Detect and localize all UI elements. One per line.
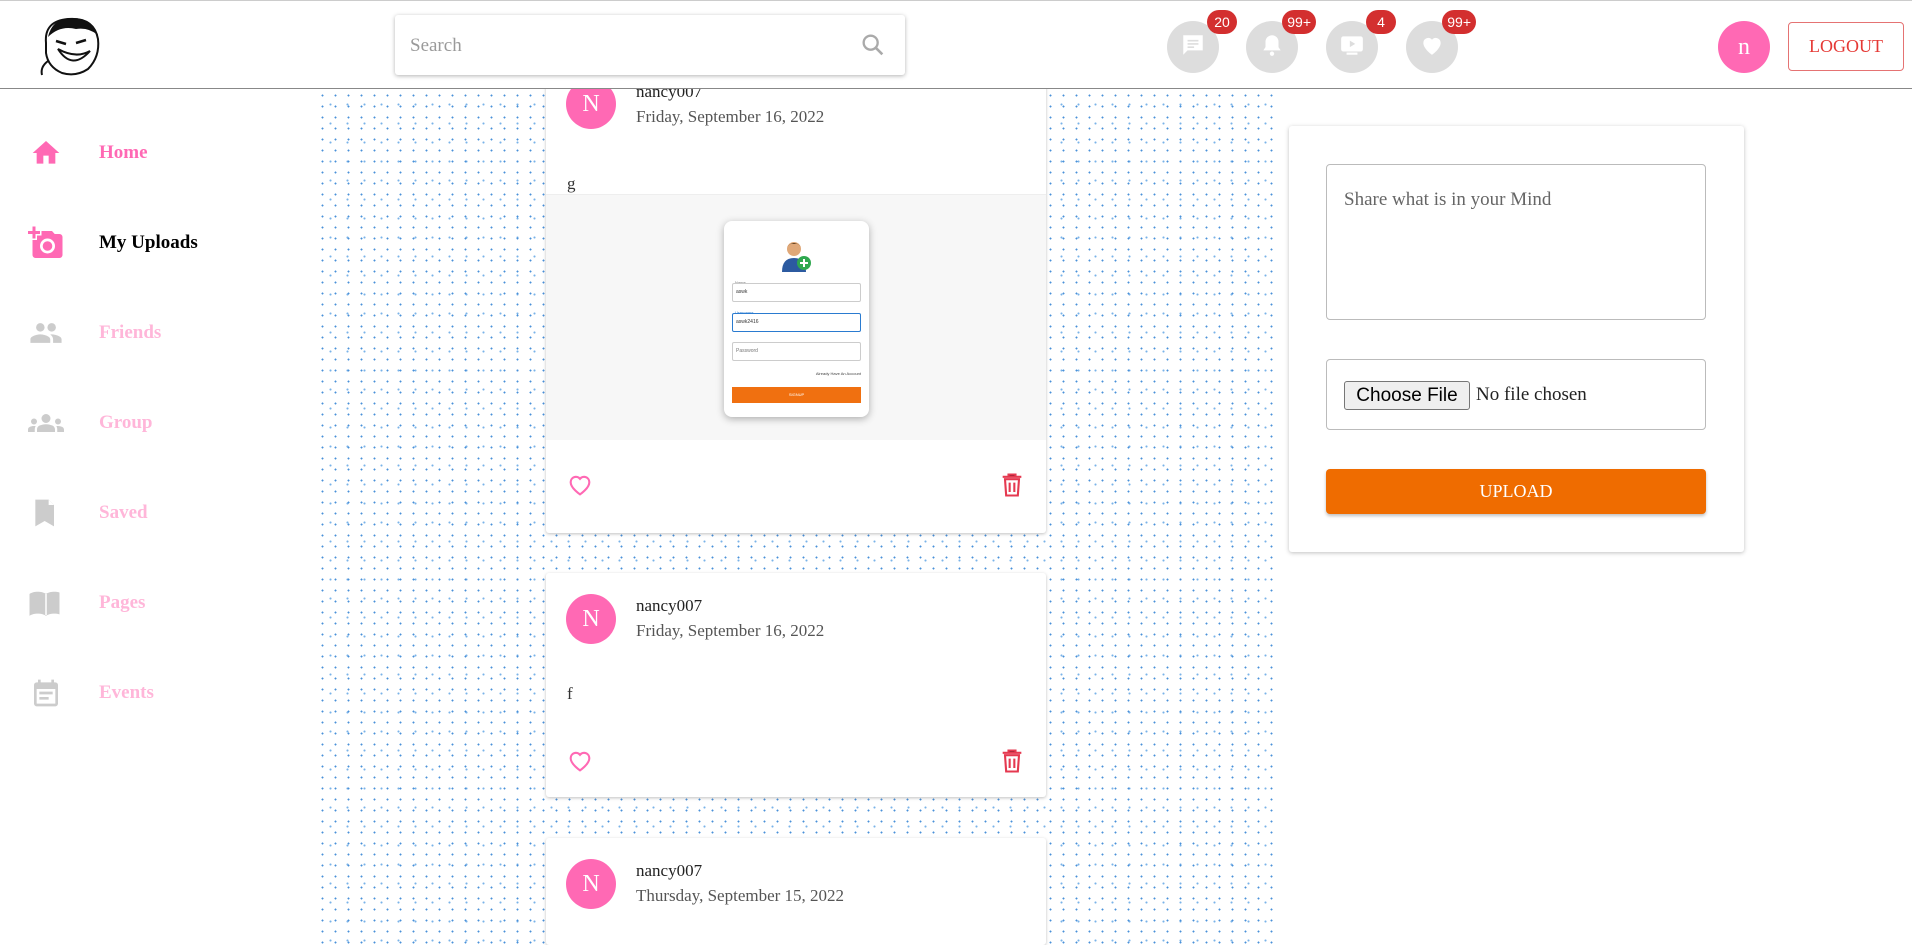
sidebar-item-label: Saved xyxy=(99,502,148,523)
user-avatar[interactable]: n xyxy=(1718,21,1770,73)
file-status: No file chosen xyxy=(1476,384,1587,405)
user-add-icon xyxy=(780,239,812,278)
sidebar-item-home[interactable]: Home xyxy=(28,133,148,173)
videos-badge: 4 xyxy=(1366,10,1396,34)
post-text: f xyxy=(567,684,573,703)
calendar-icon xyxy=(28,675,64,711)
like-heart-icon[interactable] xyxy=(566,471,594,499)
post-text: g xyxy=(567,174,576,193)
mock-name-field: aswk xyxy=(732,283,861,302)
file-input-box: Choose File No file chosen xyxy=(1326,359,1706,430)
post-card: N nancy007 Thursday, September 15, 2022 xyxy=(546,838,1046,945)
post-textarea[interactable]: Share what is in your Mind xyxy=(1326,164,1706,320)
sidebar-item-my-uploads[interactable]: My Uploads xyxy=(28,223,198,263)
mock-username-field: aswk2416 xyxy=(732,313,861,332)
search-icon[interactable] xyxy=(859,31,887,59)
people-icon xyxy=(28,315,64,351)
groups-icon xyxy=(28,405,64,441)
sidebar-item-label: Home xyxy=(99,142,148,163)
troll-face-logo[interactable] xyxy=(36,13,106,79)
post-username[interactable]: nancy007 xyxy=(636,596,702,616)
composer-panel: Share what is in your Mind Choose File N… xyxy=(1289,126,1744,552)
sidebar-item-label: Events xyxy=(99,682,154,703)
likes-button[interactable]: 99+ xyxy=(1406,10,1476,73)
post-card: N nancy007 Friday, September 16, 2022 f xyxy=(546,573,1046,797)
sidebar-item-pages[interactable]: Pages xyxy=(28,583,145,623)
likes-badge: 99+ xyxy=(1442,10,1476,34)
post-date: Thursday, September 15, 2022 xyxy=(636,886,845,905)
sidebar-item-label: My Uploads xyxy=(99,232,198,253)
bookmark-icon xyxy=(28,495,64,531)
post-username[interactable]: nancy007 xyxy=(636,861,702,881)
sidebar: Home My Uploads Friends Group Saved Page… xyxy=(0,90,316,945)
mock-password-field: Password xyxy=(732,342,861,361)
post-date: Friday, September 16, 2022 xyxy=(636,621,825,640)
search-bar[interactable]: Search xyxy=(395,15,905,75)
sidebar-item-label: Friends xyxy=(99,322,162,343)
mock-login-link: Already Have An Account xyxy=(815,371,861,376)
notifications-button[interactable]: 99+ xyxy=(1246,10,1316,73)
sidebar-item-group[interactable]: Group xyxy=(28,403,153,443)
messages-badge: 20 xyxy=(1207,10,1237,34)
post-avatar[interactable]: N xyxy=(566,594,616,644)
delete-icon[interactable] xyxy=(998,471,1026,499)
notifications-badge: 99+ xyxy=(1282,10,1316,34)
book-icon xyxy=(28,585,64,621)
logout-button[interactable]: LOGOUT xyxy=(1788,22,1904,71)
mock-signup-button: SIGNUP xyxy=(732,387,861,403)
post-date: Friday, September 16, 2022 xyxy=(636,107,825,126)
sidebar-item-label: Pages xyxy=(99,592,146,613)
post-avatar[interactable]: N xyxy=(566,859,616,909)
top-bar: Search 20 99+ 4 99+ n LOGOUT xyxy=(0,0,1912,89)
heart-icon xyxy=(1419,32,1445,63)
messages-button[interactable]: 20 xyxy=(1167,10,1237,73)
videos-button[interactable]: 4 xyxy=(1326,10,1396,73)
upload-button[interactable]: UPLOAD xyxy=(1326,469,1706,514)
search-input[interactable]: Search xyxy=(410,35,462,57)
signup-form-screenshot: Name aswk Username aswk2416 Password Alr… xyxy=(724,221,869,417)
home-icon xyxy=(28,135,64,171)
message-icon xyxy=(1180,32,1206,63)
sidebar-item-events[interactable]: Events xyxy=(28,673,154,713)
post-textarea-placeholder: Share what is in your Mind xyxy=(1344,189,1552,210)
post-card: N nancy007 Friday, September 16, 2022 g … xyxy=(546,68,1046,533)
choose-file-button[interactable]: Choose File xyxy=(1344,381,1470,410)
sidebar-item-saved[interactable]: Saved xyxy=(28,493,148,533)
delete-icon[interactable] xyxy=(998,747,1026,775)
like-heart-icon[interactable] xyxy=(566,747,594,775)
sidebar-item-label: Group xyxy=(99,412,153,433)
bell-icon xyxy=(1259,32,1285,63)
video-icon xyxy=(1339,32,1365,63)
post-image[interactable]: Name aswk Username aswk2416 Password Alr… xyxy=(546,194,1046,440)
camera-add-icon xyxy=(28,225,64,261)
sidebar-item-friends[interactable]: Friends xyxy=(28,313,161,353)
